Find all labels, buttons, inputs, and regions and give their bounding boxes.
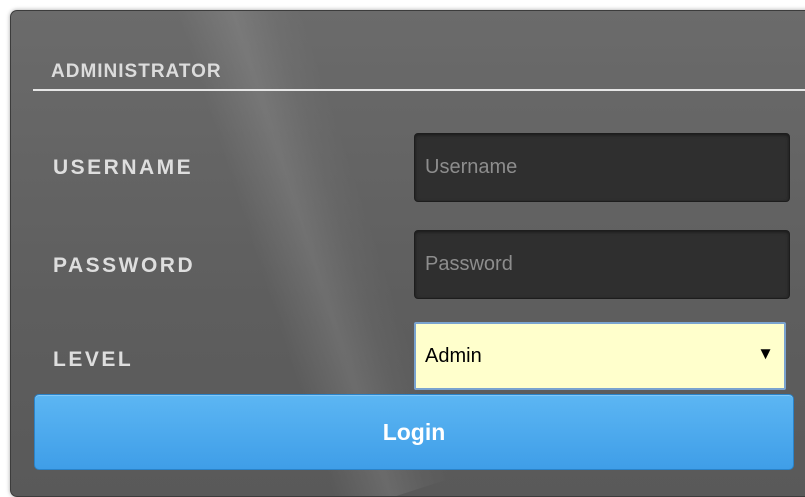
login-panel: ADMINISTRATOR USERNAME PASSWORD LEVEL Ad… <box>10 10 805 497</box>
level-label: LEVEL <box>53 348 134 371</box>
level-select[interactable]: Admin ▼ <box>414 322 786 390</box>
level-selected-value: Admin <box>425 345 482 367</box>
panel-glow <box>276 10 331 11</box>
password-label: PASSWORD <box>53 254 196 277</box>
login-button[interactable]: Login <box>34 394 794 470</box>
username-label: USERNAME <box>53 156 194 179</box>
section-divider <box>33 89 805 91</box>
section-title: ADMINISTRATOR <box>51 61 222 82</box>
password-input[interactable] <box>414 230 790 299</box>
username-input[interactable] <box>414 133 790 202</box>
chevron-down-icon: ▼ <box>757 344 774 363</box>
